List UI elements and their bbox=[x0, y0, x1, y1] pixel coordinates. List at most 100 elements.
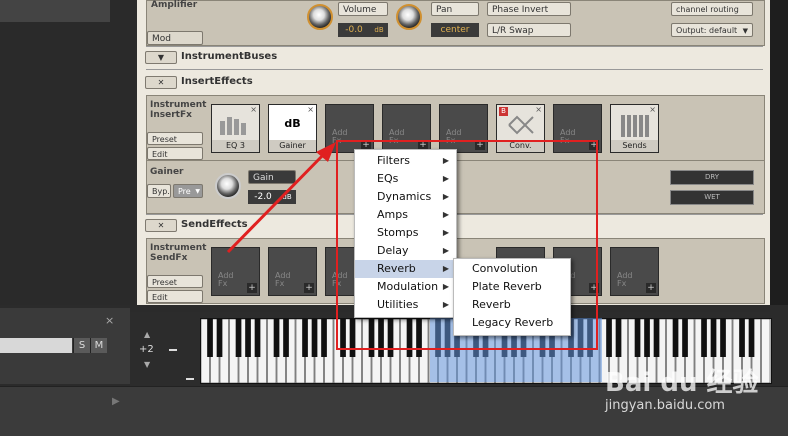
menu-item-modulation[interactable]: Modulation ▶ bbox=[355, 278, 456, 296]
slot-name: Sends bbox=[611, 140, 658, 152]
send-edit-button[interactable]: Edit bbox=[147, 290, 203, 303]
chevron-right-icon: ▶ bbox=[442, 210, 449, 219]
black-key[interactable] bbox=[273, 319, 280, 357]
pitch-bend-indicator[interactable] bbox=[169, 349, 177, 351]
menu-item-reverb[interactable]: Reverb ▶ bbox=[355, 260, 456, 278]
volume-knob[interactable] bbox=[307, 4, 333, 30]
solo-button[interactable]: S bbox=[73, 338, 90, 353]
black-key[interactable] bbox=[321, 319, 327, 357]
insert-preset-button[interactable]: Preset bbox=[147, 132, 203, 145]
black-key[interactable] bbox=[245, 319, 251, 357]
plus-icon[interactable]: + bbox=[646, 283, 656, 293]
black-key[interactable] bbox=[701, 319, 707, 357]
menu-item-delay[interactable]: Delay ▶ bbox=[355, 242, 456, 260]
mute-button[interactable]: M bbox=[90, 338, 107, 353]
submenu-item-plate-reverb[interactable]: Plate Reverb bbox=[454, 278, 570, 296]
gainer-title: Gainer bbox=[150, 167, 184, 177]
plus-icon[interactable]: + bbox=[247, 283, 257, 293]
collapse-insert-effects-button[interactable]: ✕ bbox=[145, 76, 177, 89]
close-icon: ✕ bbox=[157, 221, 165, 230]
black-key[interactable] bbox=[216, 319, 223, 357]
black-key[interactable] bbox=[653, 319, 660, 357]
pre-select[interactable]: Pre ▼ bbox=[173, 184, 203, 198]
mod-wheel-indicator[interactable] bbox=[186, 378, 194, 380]
insert-effects-title: InsertEffects bbox=[181, 76, 253, 87]
black-key[interactable] bbox=[311, 319, 318, 357]
divider bbox=[146, 46, 763, 47]
dry-fader[interactable]: DRY bbox=[670, 170, 754, 185]
chevron-right-icon: ▶ bbox=[442, 156, 449, 165]
transpose-down-icon[interactable]: ▼ bbox=[144, 360, 150, 369]
chevron-right-icon: ▶ bbox=[442, 174, 449, 183]
plus-icon[interactable]: + bbox=[304, 283, 314, 293]
tab-mod[interactable]: Mod bbox=[147, 31, 203, 45]
submenu-item-convolution[interactable]: Convolution bbox=[454, 260, 570, 278]
baidu-watermark-url: jingyan.baidu.com bbox=[605, 398, 725, 413]
insert-slot-sends[interactable]: × Sends bbox=[610, 104, 659, 153]
add-fx-label: AddFx bbox=[617, 271, 633, 288]
menu-item-eqs[interactable]: EQs ▶ bbox=[355, 170, 456, 188]
add-fx-label: AddFx bbox=[275, 271, 291, 288]
menu-item-amps[interactable]: Amps ▶ bbox=[355, 206, 456, 224]
close-icon[interactable]: × bbox=[535, 105, 542, 114]
chevron-down-icon: ▼ bbox=[742, 27, 748, 35]
sends-icon bbox=[621, 115, 649, 137]
menu-item-stomps[interactable]: Stomps ▶ bbox=[355, 224, 456, 242]
white-key[interactable] bbox=[761, 319, 771, 383]
chevron-right-icon: ▶ bbox=[442, 282, 449, 291]
black-key[interactable] bbox=[710, 319, 717, 357]
chevron-right-icon: ▶ bbox=[442, 246, 449, 255]
left-top-bar bbox=[0, 0, 110, 22]
black-key[interactable] bbox=[644, 319, 650, 357]
chevron-right-icon[interactable]: ▶ bbox=[112, 396, 120, 407]
channel-routing-button[interactable]: channel routing bbox=[671, 2, 753, 16]
chevron-down-icon: ▼ bbox=[195, 188, 200, 195]
eq-icon bbox=[220, 117, 246, 135]
transpose-up-icon[interactable]: ▲ bbox=[144, 330, 150, 339]
black-key[interactable] bbox=[634, 319, 641, 357]
black-key[interactable] bbox=[682, 319, 688, 357]
send-preset-button[interactable]: Preset bbox=[147, 275, 203, 288]
black-key[interactable] bbox=[283, 319, 289, 357]
menu-item-filters[interactable]: Filters ▶ bbox=[355, 152, 456, 170]
pan-knob[interactable] bbox=[396, 4, 422, 30]
track-name-field[interactable] bbox=[0, 338, 72, 353]
black-key[interactable] bbox=[720, 319, 726, 357]
close-icon[interactable]: × bbox=[105, 314, 114, 327]
black-key[interactable] bbox=[748, 319, 755, 357]
close-icon[interactable]: × bbox=[307, 105, 314, 114]
menu-item-utilities[interactable]: Utilities ▶ bbox=[355, 296, 456, 314]
reverb-submenu: Convolution Plate Reverb Reverb Legacy R… bbox=[453, 258, 571, 336]
send-label-2: SendFx bbox=[150, 253, 188, 263]
black-key[interactable] bbox=[672, 319, 679, 357]
volume-value[interactable]: -0.0 bbox=[338, 23, 370, 37]
black-key[interactable] bbox=[615, 319, 622, 357]
insert-label-1: Instrument bbox=[150, 100, 207, 110]
volume-unit: dB bbox=[370, 23, 388, 37]
submenu-item-reverb[interactable]: Reverb bbox=[454, 296, 570, 314]
black-key[interactable] bbox=[302, 319, 308, 357]
submenu-item-legacy-reverb[interactable]: Legacy Reverb bbox=[454, 314, 570, 332]
collapse-send-effects-button[interactable]: ✕ bbox=[145, 219, 177, 232]
wet-fader[interactable]: WET bbox=[670, 190, 754, 205]
lr-swap-button[interactable]: L/R Swap bbox=[487, 23, 571, 37]
insert-edit-button[interactable]: Edit bbox=[147, 147, 203, 160]
black-key[interactable] bbox=[254, 319, 261, 357]
black-key[interactable] bbox=[606, 319, 612, 357]
chevron-down-icon: ▼ bbox=[157, 53, 165, 62]
left-panel bbox=[0, 0, 135, 305]
black-key[interactable] bbox=[207, 319, 213, 357]
expand-buses-button[interactable]: ▼ bbox=[145, 51, 177, 64]
pan-value[interactable]: center bbox=[431, 23, 479, 37]
black-key[interactable] bbox=[235, 319, 242, 357]
send-label-1: Instrument bbox=[150, 243, 207, 253]
convolution-icon bbox=[508, 115, 534, 135]
menu-item-dynamics[interactable]: Dynamics ▶ bbox=[355, 188, 456, 206]
send-slot-empty[interactable]: AddFx + bbox=[610, 247, 659, 296]
black-key[interactable] bbox=[739, 319, 745, 357]
output-select[interactable]: Output: default ▼ bbox=[671, 23, 753, 37]
close-icon[interactable]: × bbox=[250, 105, 257, 114]
bypass-button[interactable]: Byp. bbox=[147, 184, 171, 198]
phase-invert-button[interactable]: Phase Invert bbox=[487, 2, 571, 16]
close-icon: ✕ bbox=[157, 78, 165, 87]
